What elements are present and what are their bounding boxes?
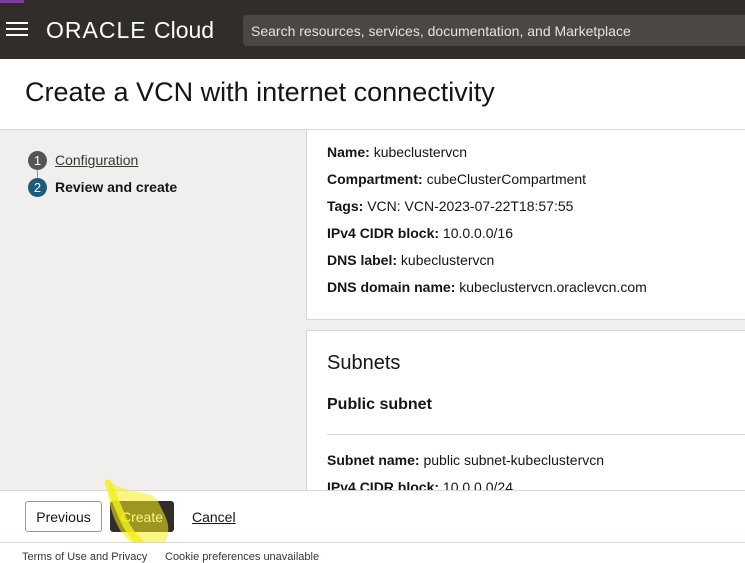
subnets-heading: Subnets xyxy=(327,352,401,374)
review-label: Compartment: xyxy=(327,171,423,187)
step-label: Review and create xyxy=(55,179,178,195)
subnets-card: Subnets Public subnet Subnet name: publi… xyxy=(306,330,745,490)
page-footer: Terms of Use and Privacy Cookie preferen… xyxy=(0,542,745,563)
review-row: Compartment: cubeClusterCompartment xyxy=(327,171,586,187)
review-value: VCN: VCN-2023-07-22T18:57:55 xyxy=(367,198,574,214)
review-value: kubeclustervcn.oraclevcn.com xyxy=(459,279,647,295)
hamburger-menu-icon[interactable] xyxy=(6,20,28,38)
step-number: 2 xyxy=(28,178,47,197)
review-content: Name: kubeclustervcn Compartment: cubeCl… xyxy=(306,130,745,490)
page-header: Create a VCN with internet connectivity xyxy=(0,59,745,130)
cancel-link[interactable]: Cancel xyxy=(192,509,236,525)
review-row: DNS domain name: kubeclustervcn.oraclevc… xyxy=(327,279,647,295)
review-value: 10.0.0.0/16 xyxy=(442,225,513,241)
review-row: DNS label: kubeclustervcn xyxy=(327,252,494,268)
divider xyxy=(327,434,745,435)
page-title: Create a VCN with internet connectivity xyxy=(25,77,495,107)
review-label: DNS label: xyxy=(327,252,398,268)
review-value: kubeclustervcn xyxy=(373,144,468,160)
wizard-steps-panel: 1 Configuration 2 Review and create xyxy=(0,130,306,490)
logo-cloud-text: Cloud xyxy=(153,17,215,43)
subnet-row: IPv4 CIDR block: 10.0.0.0/24 xyxy=(327,479,513,490)
subnet-label: Subnet name: xyxy=(327,452,420,468)
top-navigation-bar: ORACLE Cloud xyxy=(0,0,745,59)
logo-oracle-text: ORACLE xyxy=(46,17,147,43)
review-label: Name: xyxy=(327,144,370,160)
review-label: Tags: xyxy=(327,198,364,214)
oracle-cloud-logo[interactable]: ORACLE Cloud xyxy=(46,17,214,44)
wizard-action-bar: Previous Create Cancel xyxy=(0,490,745,542)
create-button[interactable]: Create xyxy=(110,501,174,532)
previous-button[interactable]: Previous xyxy=(25,501,102,532)
terms-link[interactable]: Terms of Use and Privacy xyxy=(22,551,147,563)
review-row: IPv4 CIDR block: 10.0.0.0/16 xyxy=(327,225,513,241)
search-input[interactable] xyxy=(251,15,741,46)
review-row: Tags: VCN: VCN-2023-07-22T18:57:55 xyxy=(327,198,573,214)
review-row: Name: kubeclustervcn xyxy=(327,144,467,160)
vcn-summary-card: Name: kubeclustervcn Compartment: cubeCl… xyxy=(306,130,745,320)
accent-strip xyxy=(0,0,24,3)
review-label: DNS domain name: xyxy=(327,279,456,295)
cookie-preferences-text: Cookie preferences unavailable xyxy=(165,551,320,563)
search-box xyxy=(243,15,745,46)
step-number: 1 xyxy=(28,151,47,170)
subnet-value: 10.0.0.0/24 xyxy=(442,479,513,490)
review-label: IPv4 CIDR block: xyxy=(327,225,440,241)
subnet-label: IPv4 CIDR block: xyxy=(327,479,440,490)
review-value: cubeClusterCompartment xyxy=(426,171,587,187)
subnet-row: Subnet name: public subnet-kubeclustervc… xyxy=(327,452,604,468)
step-label-link[interactable]: Configuration xyxy=(55,152,138,168)
public-subnet-heading: Public subnet xyxy=(327,396,432,413)
review-value: kubeclustervcn xyxy=(400,252,495,268)
subnet-value: public subnet-kubeclustervcn xyxy=(423,452,605,468)
